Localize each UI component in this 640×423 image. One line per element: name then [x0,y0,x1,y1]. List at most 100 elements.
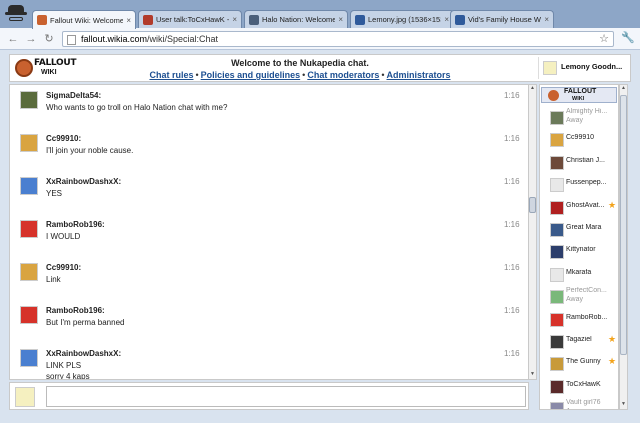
chat-rules-link[interactable]: Chat rules [149,70,193,80]
avatar[interactable] [20,220,38,238]
avatar [550,402,564,409]
browser-tab[interactable]: Halo Nation: Welcome × [244,10,348,28]
close-icon[interactable]: × [338,15,343,24]
message-username[interactable]: Cc99910: [46,134,81,143]
moderator-star-icon: ★ [608,199,617,210]
fallout-wiki-logo[interactable]: FALLOUT WIKI [15,58,77,80]
user-name: PerfectCon... [566,287,607,295]
address-bar[interactable]: fallout.wikia.com/wiki/Special:Chat ☆ [62,31,614,47]
message-timestamp: 1:16 [504,220,520,229]
scroll-up-icon[interactable]: ▲ [529,85,536,93]
reload-icon[interactable]: ↻ [42,32,56,46]
message-text: sorry 4 kaps [46,372,90,380]
user-list-item[interactable]: Kittynator [540,241,618,263]
message-username[interactable]: Cc99910: [46,263,81,272]
browser-tab[interactable]: Lemony.jpg (1536×153 × [350,10,454,28]
user-list-logo: FALLOUT WIKI [541,87,617,103]
forward-icon[interactable]: → [24,32,38,46]
administrators-link[interactable]: Administrators [387,70,451,80]
chat-message-input[interactable] [46,386,526,407]
scroll-down-icon[interactable]: ▼ [620,401,627,409]
user-list-item[interactable]: GhostAvat... ★ [540,197,618,219]
scroll-thumb[interactable] [620,95,627,355]
close-icon[interactable]: × [126,16,131,25]
avatar[interactable] [20,263,38,281]
avatar [15,387,35,407]
avatar [550,357,564,372]
user-name: Great Mara [566,224,602,231]
chat-moderators-link[interactable]: Chat moderators [307,70,379,80]
user-list-item[interactable]: The Gunny ★ [540,353,618,375]
close-icon[interactable]: × [444,15,449,24]
message-username[interactable]: XxRainbowDashxX: [46,349,121,358]
user-name: Mkarafa [566,268,592,276]
browser-tab[interactable]: Fallout Wiki: Welcome × [32,10,136,29]
user-list-item[interactable]: Tagaziel ★ [540,331,618,353]
close-icon[interactable]: × [232,15,237,24]
current-user[interactable]: Lemony Goodn... [538,57,628,79]
user-list-item[interactable]: PerfectCon... Away [540,286,618,308]
message-scrollbar[interactable]: ▲ ▼ [528,84,537,380]
tab-strip: Fallout Wiki: Welcome × User talk:ToCxHawK… [0,0,640,29]
wrench-icon[interactable]: 🔧 [620,31,636,47]
favicon-icon [143,14,153,25]
avatar[interactable] [20,177,38,195]
user-name: Vault girl76 [566,399,601,407]
away-status: Away [566,408,583,409]
avatar [550,155,564,170]
chat-header: FALLOUT WIKI Welcome to the Nukapedia ch… [9,54,631,82]
logo-subtext: WIKI [572,96,585,102]
message-list[interactable]: SigmaDelta54: Who wants to go troll on Ha… [9,84,529,380]
favicon-icon [37,15,47,25]
message-timestamp: 1:16 [504,306,520,315]
message-username[interactable]: RamboRob196: [46,220,105,229]
tab-label: Lemony.jpg (1536×153 [368,15,442,24]
message-username[interactable]: SigmaDelta54: [46,91,101,100]
user-list-item[interactable]: Mkarafa [540,264,618,286]
avatar[interactable] [20,306,38,324]
scroll-thumb[interactable] [529,197,536,213]
favicon-icon [249,14,259,25]
user-name: ToCxHawK [566,380,601,388]
user-list-item[interactable]: ToCxHawK [540,376,618,398]
scroll-down-icon[interactable]: ▼ [529,371,536,379]
user-list-item[interactable]: Almighty Hi... Away [540,107,618,129]
user-name: RamboRob... [566,313,608,321]
welcome-title: Welcome to the Nukapedia chat. [231,58,369,68]
avatar [550,223,564,237]
user-list-item[interactable]: Vault girl76Away [540,398,618,409]
message-text: I WOULD [46,232,81,241]
chat-message: XxRainbowDashxX: LINK PLS 1:16 sorry 4 kaps [10,343,528,380]
avatar[interactable] [20,349,38,367]
user-name: The Gunny [566,358,601,366]
avatar[interactable] [20,134,38,152]
message-timestamp: 1:16 [504,177,520,186]
user-list-item[interactable]: Cc99910 [540,129,618,151]
chat-message: SigmaDelta54: Who wants to go troll on Ha… [10,85,528,127]
user-list-item[interactable]: Great Mara [540,219,618,241]
user-list-scrollbar[interactable]: ▲ ▼ [619,84,628,410]
user-name: Almighty Hi... [566,108,608,115]
message-username[interactable]: XxRainbowDashxX: [46,177,121,186]
message-text: Link [46,275,61,284]
user-list-item[interactable]: RamboRob... [540,309,618,331]
chat-input-row [9,382,529,410]
user-list-item[interactable]: Fussenpep... [540,174,618,196]
favicon-icon [455,14,465,25]
message-timestamp: 1:16 [504,349,520,358]
url-text[interactable]: fallout.wikia.com/wiki/Special:Chat [81,34,218,44]
message-timestamp: 1:16 [504,134,520,143]
message-username[interactable]: RamboRob196: [46,306,105,315]
bookmark-star-icon[interactable]: ☆ [599,32,609,45]
message-text: I'll join your noble cause. [46,146,134,155]
back-icon[interactable]: ← [6,32,20,46]
browser-tab[interactable]: User talk:ToCxHawK - × [138,10,242,28]
scroll-up-icon[interactable]: ▲ [620,85,627,93]
close-icon[interactable]: × [544,15,549,24]
avatar [550,290,564,305]
user-list-item[interactable]: Christian J... [540,152,618,174]
avatar[interactable] [20,91,38,109]
policies-link[interactable]: Policies and guidelines [201,70,301,80]
logo-medal-icon [15,59,33,77]
browser-tab[interactable]: Vid's Family House Wi × [450,10,554,28]
